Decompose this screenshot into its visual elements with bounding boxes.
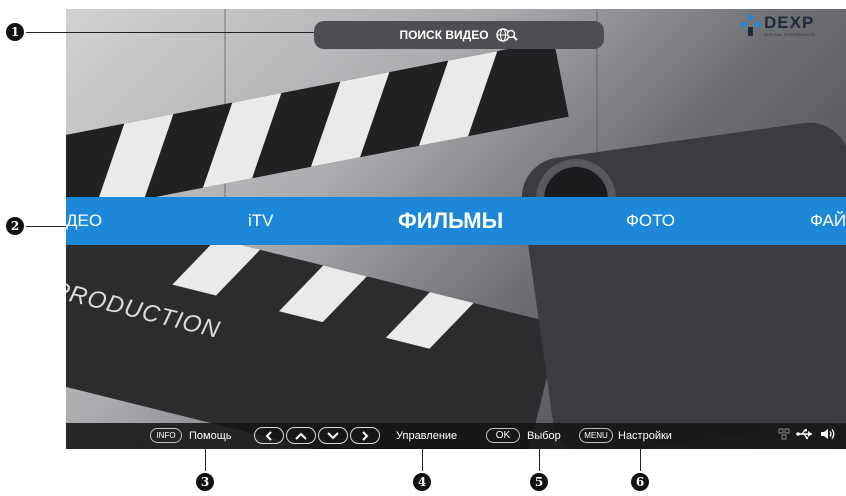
main-menu-bar: ДЕО iTV ФИЛЬМЫ ФОТО ФАЙ — [66, 197, 846, 245]
network-icon — [778, 428, 790, 440]
logo-mark-icon — [740, 13, 762, 36]
callout-1-line — [26, 32, 314, 33]
search-video-button[interactable]: ПОИСК ВИДЕО — [314, 21, 604, 49]
search-label: ПОИСК ВИДЕО — [399, 28, 489, 42]
callout-6: 6 — [631, 473, 649, 491]
menu-item-itv[interactable]: iTV — [248, 197, 274, 245]
control-label: Управление — [396, 430, 458, 442]
menu-item-files[interactable]: ФАЙ — [810, 197, 846, 245]
callout-3-line — [205, 449, 206, 471]
arrow-down-key — [318, 427, 348, 444]
background-clapper-top — [66, 40, 569, 216]
arrow-up-icon — [295, 432, 307, 440]
callout-2-line — [26, 226, 66, 227]
globe-search-icon — [495, 28, 518, 42]
callout-5: 5 — [530, 473, 548, 491]
menu-item-photo[interactable]: ФОТО — [626, 197, 675, 245]
arrow-right-key — [350, 427, 380, 444]
arrow-left-key — [254, 427, 284, 444]
arrow-left-icon — [265, 430, 272, 441]
arrow-right-icon — [362, 430, 369, 441]
arrow-up-key — [286, 427, 316, 444]
callout-6-line — [640, 449, 641, 471]
menu-key: MENU — [579, 428, 613, 443]
info-key: INFO — [150, 428, 182, 443]
logo-tagline: DIGITAL EXPERIENCE — [764, 32, 816, 37]
callout-1: 1 — [6, 23, 24, 41]
select-label: Выбор — [527, 430, 561, 442]
logo-word: DEXP — [764, 13, 815, 32]
callout-4-line — [422, 449, 423, 471]
tv-screen: PRODUCTION ПОИСК ВИДЕО DEXP DIGITAL EXPE… — [66, 9, 846, 449]
status-icons — [778, 428, 836, 440]
menu-item-films[interactable]: ФИЛЬМЫ — [398, 197, 503, 245]
help-label: Помощь — [189, 430, 232, 442]
callout-3: 3 — [196, 473, 214, 491]
usb-icon — [796, 429, 812, 440]
arrow-down-icon — [327, 431, 339, 439]
dexp-logo: DEXP DIGITAL EXPERIENCE — [740, 13, 824, 43]
callout-2: 2 — [6, 217, 24, 235]
callout-4: 4 — [413, 473, 431, 491]
settings-label: Настройки — [618, 430, 672, 442]
hint-bar: INFO Помощь Управление OK Выбор MENU Нас… — [66, 423, 846, 449]
ok-key: OK — [486, 428, 520, 443]
volume-icon — [821, 429, 835, 439]
callout-5-line — [539, 449, 540, 471]
menu-item-video[interactable]: ДЕО — [66, 197, 102, 245]
